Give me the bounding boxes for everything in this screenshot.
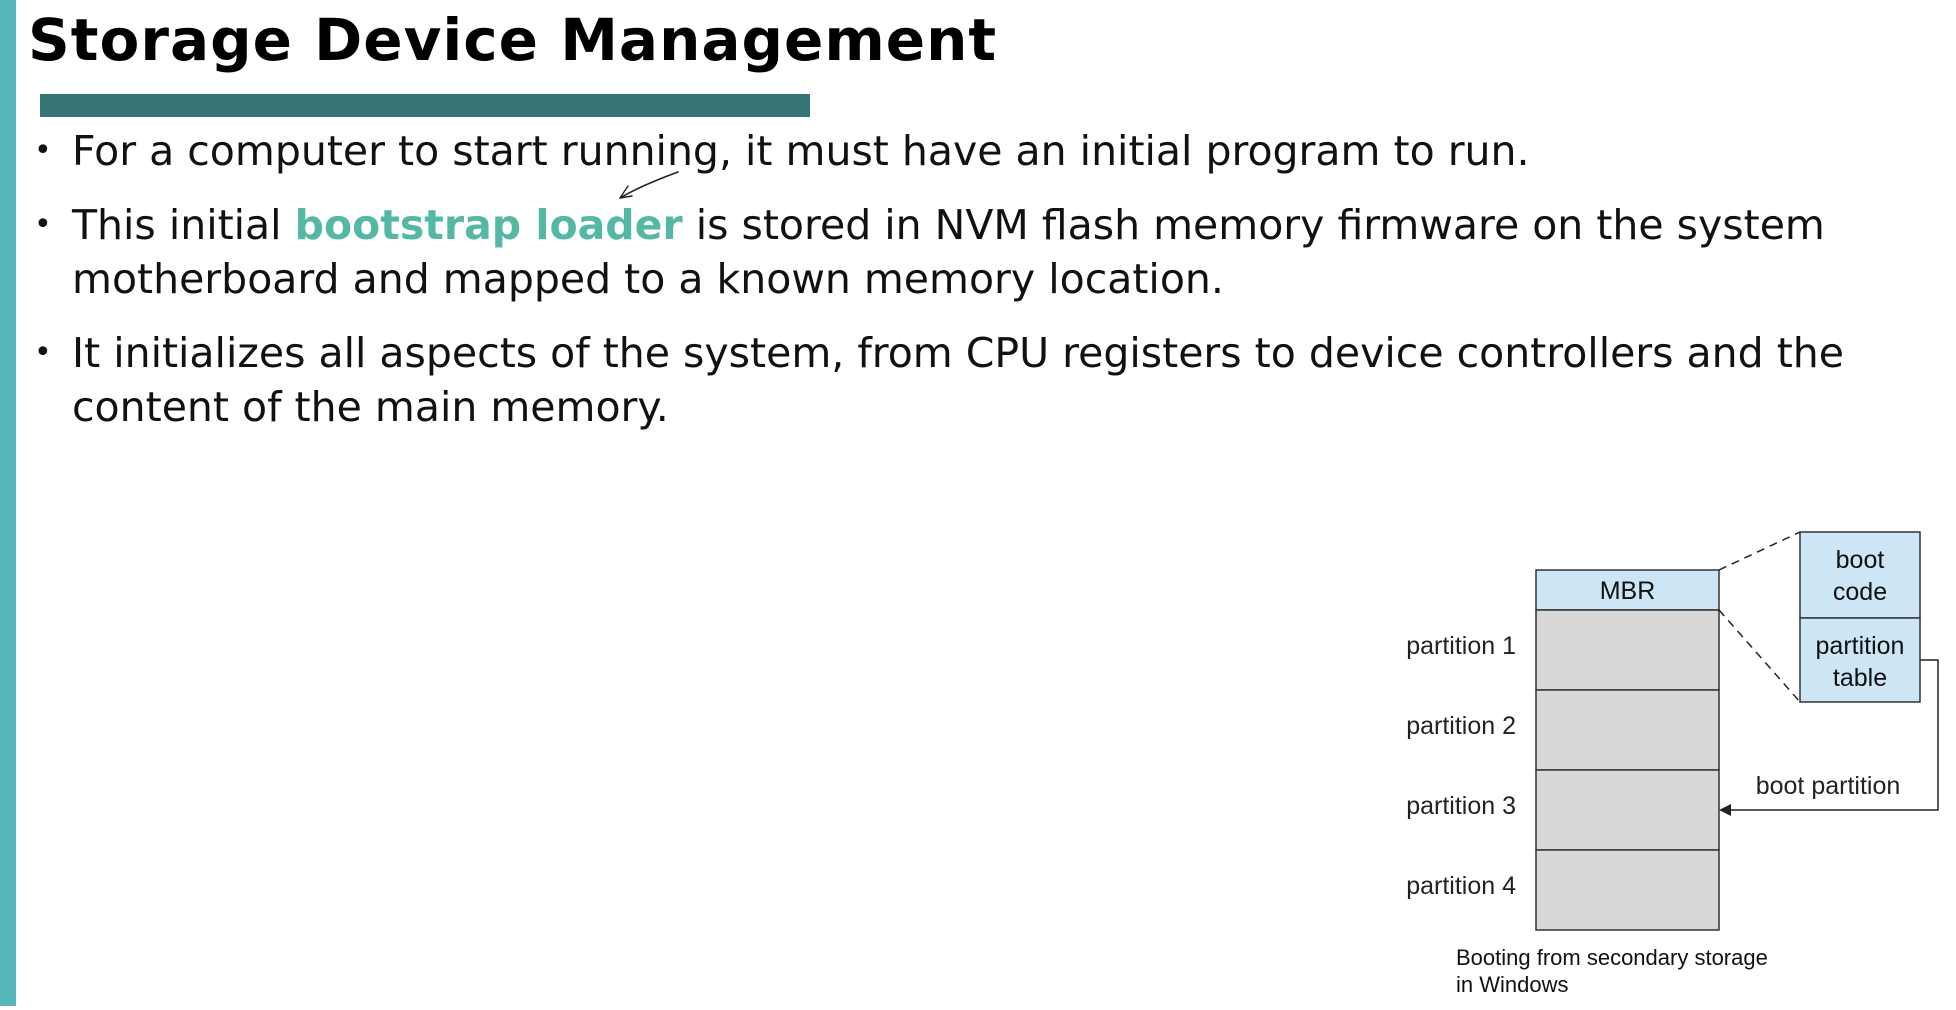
boot-code-line1: boot <box>1836 546 1885 574</box>
mbr-boot-diagram: MBR partition 1 partition 2 partition 3 … <box>1390 528 1950 1006</box>
bullet-2: • This initial bootstrap loader is store… <box>34 198 1872 306</box>
bullet-3: • It initializes all aspects of the syst… <box>34 326 1872 434</box>
boot-code-line2: code <box>1833 578 1887 606</box>
bullet-dot: • <box>34 207 52 242</box>
partition-3-block <box>1535 769 1720 851</box>
partition-3-label: partition 3 <box>1406 792 1516 820</box>
bootstrap-loader-highlight: bootstrap loader <box>294 201 683 249</box>
partition-2-label: partition 2 <box>1406 712 1516 740</box>
bullet-1-text: For a computer to start running, it must… <box>72 127 1530 175</box>
partition-2-block <box>1535 689 1720 771</box>
slide-title: Storage Device Management <box>28 6 998 74</box>
bullet-2-text-before: This initial <box>72 201 295 249</box>
diagram-caption: Booting from secondary storage in Window… <box>1456 945 1768 997</box>
title-underline-bar <box>40 94 810 117</box>
bullet-3-text: It initializes all aspects of the system… <box>72 329 1845 431</box>
bullet-1: • For a computer to start running, it mu… <box>34 124 1872 178</box>
partition-4-label: partition 4 <box>1406 872 1516 900</box>
bullet-dot: • <box>34 133 52 168</box>
partition-table-line2: table <box>1833 664 1887 692</box>
partition-1-label: partition 1 <box>1406 632 1516 660</box>
partition-table-line1: partition <box>1816 632 1905 660</box>
boot-partition-label: boot partition <box>1756 772 1901 800</box>
partition-4-block <box>1535 849 1720 931</box>
boot-partition-arrowhead <box>1719 804 1731 816</box>
partition-1-block <box>1535 609 1720 691</box>
mbr-label: MBR <box>1600 577 1656 605</box>
zoom-line-bottom <box>1718 609 1801 703</box>
left-accent-bar <box>0 0 16 1006</box>
zoom-line-top <box>1718 531 1801 571</box>
bullet-dot: • <box>34 335 52 370</box>
